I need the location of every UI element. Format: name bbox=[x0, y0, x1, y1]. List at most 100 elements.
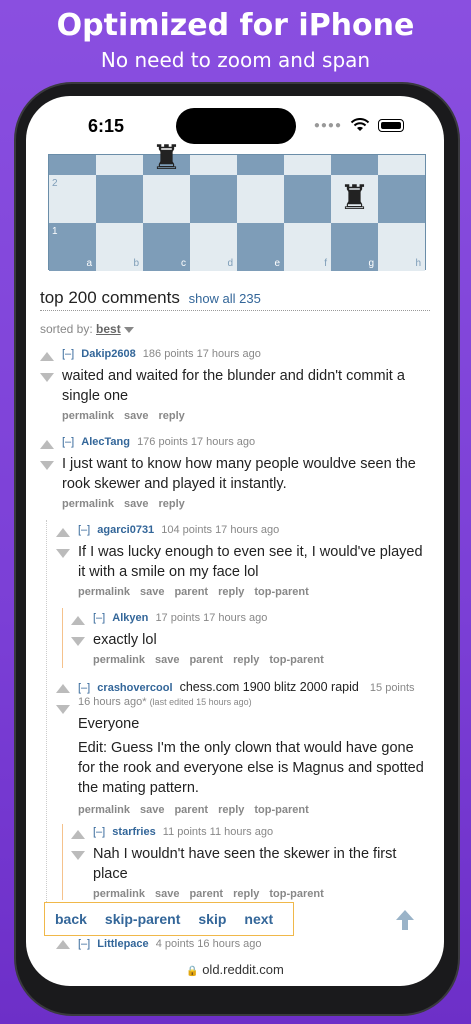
file-label: b bbox=[133, 258, 139, 269]
parent-link[interactable]: parent bbox=[189, 654, 223, 666]
save-link[interactable]: save bbox=[124, 498, 148, 510]
comment-body-edit: Edit: Guess I'm the only clown that woul… bbox=[78, 740, 424, 796]
chess-board[interactable]: ♜ 2 ♜ 1 a b c d e f g h bbox=[48, 141, 426, 271]
next-button[interactable]: next bbox=[244, 911, 273, 927]
vote-arrows bbox=[56, 528, 70, 558]
divider bbox=[40, 310, 430, 311]
collapse-button[interactable]: [–] bbox=[62, 436, 74, 448]
sort-value[interactable]: best bbox=[96, 322, 121, 336]
comment-tagline: [–] Alkyen 17 points 17 hours ago bbox=[93, 612, 267, 624]
upvote-icon[interactable] bbox=[40, 440, 54, 449]
downvote-icon[interactable] bbox=[56, 705, 70, 714]
sort-control[interactable]: sorted by: best bbox=[40, 322, 134, 336]
skip-button[interactable]: skip bbox=[198, 911, 226, 927]
collapse-button[interactable]: [–] bbox=[78, 938, 90, 950]
reply-link[interactable]: reply bbox=[233, 888, 259, 900]
save-link[interactable]: save bbox=[140, 804, 164, 816]
comment-meta: 11 points 11 hours ago bbox=[162, 826, 274, 838]
file-label: g bbox=[368, 258, 374, 269]
promo-title: Optimized for iPhone bbox=[56, 8, 415, 43]
permalink-link[interactable]: permalink bbox=[93, 888, 145, 900]
comment-links: permalink save parent reply top-parent bbox=[78, 586, 319, 598]
top-parent-link[interactable]: top-parent bbox=[254, 804, 308, 816]
comment-tagline-2: 16 hours ago* (last edited 15 hours ago) bbox=[78, 696, 252, 708]
thread-line bbox=[46, 520, 47, 910]
collapse-button[interactable]: [–] bbox=[93, 612, 105, 624]
thread-line bbox=[62, 608, 63, 668]
top-parent-link[interactable]: top-parent bbox=[254, 586, 308, 598]
upvote-icon[interactable] bbox=[56, 684, 70, 693]
upvote-icon[interactable] bbox=[40, 352, 54, 361]
comment-links: permalink save parent reply top-parent bbox=[93, 654, 334, 666]
thread-line bbox=[62, 824, 63, 900]
save-link[interactable]: save bbox=[155, 888, 179, 900]
comment-body: I just want to know how many people woul… bbox=[62, 456, 416, 492]
downvote-icon[interactable] bbox=[40, 461, 54, 470]
collapse-button[interactable]: [–] bbox=[78, 524, 90, 536]
comments-header: top 200 comments show all 235 bbox=[40, 288, 261, 308]
author-link[interactable]: Alkyen bbox=[112, 612, 148, 624]
file-label: e bbox=[274, 258, 280, 269]
url-bar[interactable]: 🔒 old.reddit.com bbox=[26, 962, 444, 977]
permalink-link[interactable]: permalink bbox=[78, 586, 130, 598]
reply-link[interactable]: reply bbox=[218, 586, 244, 598]
comment: [–] starfries 11 points 11 hours ago Nah… bbox=[71, 826, 431, 902]
parent-link[interactable]: parent bbox=[174, 586, 208, 598]
save-link[interactable]: save bbox=[155, 654, 179, 666]
collapse-button[interactable]: [–] bbox=[93, 826, 105, 838]
comment-meta: 176 points 17 hours ago bbox=[137, 436, 256, 448]
file-label: f bbox=[324, 258, 327, 269]
downvote-icon[interactable] bbox=[40, 373, 54, 382]
save-link[interactable]: save bbox=[140, 586, 164, 598]
parent-link[interactable]: parent bbox=[174, 804, 208, 816]
permalink-link[interactable]: permalink bbox=[78, 804, 130, 816]
collapse-button[interactable]: [–] bbox=[62, 348, 74, 360]
save-link[interactable]: save bbox=[124, 410, 148, 422]
show-all-link[interactable]: show all 235 bbox=[189, 291, 261, 306]
phone-screen: 6:15 ●●●● ♜ 2 ♜ 1 a b c d e f g h top 200 … bbox=[26, 96, 444, 986]
author-link[interactable]: Littlepace bbox=[97, 938, 148, 950]
comment: [–] agarci0731 104 points 17 hours ago I… bbox=[56, 524, 431, 604]
comment-links: permalink save reply bbox=[62, 498, 195, 510]
vote-arrows bbox=[56, 684, 70, 714]
permalink-link[interactable]: permalink bbox=[93, 654, 145, 666]
reply-link[interactable]: reply bbox=[218, 804, 244, 816]
author-link[interactable]: crashovercool bbox=[97, 682, 172, 694]
upvote-icon[interactable] bbox=[71, 830, 85, 839]
comment-tagline: [–] Littlepace 4 points 16 hours ago bbox=[78, 938, 262, 950]
upvote-icon[interactable] bbox=[56, 528, 70, 537]
reply-link[interactable]: reply bbox=[233, 654, 259, 666]
permalink-link[interactable]: permalink bbox=[62, 498, 114, 510]
vote-arrows bbox=[40, 440, 54, 470]
comment-body: waited and waited for the blunder and di… bbox=[62, 368, 405, 404]
permalink-link[interactable]: permalink bbox=[62, 410, 114, 422]
author-link[interactable]: agarci0731 bbox=[97, 524, 154, 536]
comment-meta: 15 points bbox=[369, 682, 415, 694]
file-label: h bbox=[415, 258, 421, 269]
reply-link[interactable]: reply bbox=[158, 498, 184, 510]
author-link[interactable]: AlecTang bbox=[81, 436, 130, 448]
chevron-down-icon[interactable] bbox=[123, 326, 134, 333]
vote-arrows bbox=[71, 830, 85, 860]
file-label: a bbox=[86, 258, 92, 269]
scroll-top-icon[interactable] bbox=[394, 909, 416, 931]
downvote-icon[interactable] bbox=[71, 637, 85, 646]
back-button[interactable]: back bbox=[55, 911, 87, 927]
signal-icon: ●●●● bbox=[313, 119, 342, 131]
parent-link[interactable]: parent bbox=[189, 888, 223, 900]
skip-parent-button[interactable]: skip-parent bbox=[105, 911, 180, 927]
downvote-icon[interactable] bbox=[71, 851, 85, 860]
author-link[interactable]: starfries bbox=[112, 826, 155, 838]
comment: [–] crashovercool chess.com 1900 blitz 2… bbox=[56, 680, 431, 820]
top-parent-link[interactable]: top-parent bbox=[269, 888, 323, 900]
collapse-button[interactable]: [–] bbox=[78, 682, 90, 694]
comment-tagline: [–] Dakip2608 186 points 17 hours ago bbox=[62, 348, 261, 360]
downvote-icon[interactable] bbox=[56, 549, 70, 558]
comment-body: If I was lucky enough to even see it, I … bbox=[78, 544, 423, 580]
upvote-icon[interactable] bbox=[71, 616, 85, 625]
vote-arrows bbox=[56, 940, 70, 949]
reply-link[interactable]: reply bbox=[158, 410, 184, 422]
top-parent-link[interactable]: top-parent bbox=[269, 654, 323, 666]
author-link[interactable]: Dakip2608 bbox=[81, 348, 135, 360]
upvote-icon[interactable] bbox=[56, 940, 70, 949]
